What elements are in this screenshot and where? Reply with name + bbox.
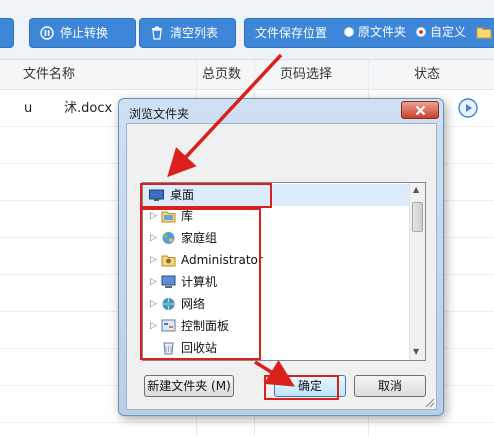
pause-icon [40, 26, 54, 40]
cancel-button[interactable]: 取消 [354, 375, 426, 397]
highlight-box-folder-list [140, 208, 261, 360]
scroll-up-icon[interactable]: ▲ [413, 185, 419, 194]
clear-list-label: 清空列表 [170, 26, 219, 40]
file-prefix: u [24, 101, 33, 116]
column-header-page-select: 页码选择 [280, 67, 333, 82]
radio-custom[interactable] [416, 27, 426, 37]
clear-list-button[interactable]: 清空列表 [139, 18, 236, 48]
resize-grip-icon[interactable] [423, 396, 435, 408]
column-header-filename: 文件名称 [23, 67, 76, 82]
new-folder-button[interactable]: 新建文件夹 (M) [144, 375, 234, 397]
play-icon[interactable] [458, 98, 478, 118]
column-header-status: 状态 [414, 67, 441, 82]
save-location-label: 文件保存位置 [255, 26, 328, 40]
stop-convert-label: 停止转换 [60, 26, 109, 40]
file-name: 沭.docx [64, 101, 113, 116]
close-icon [415, 105, 426, 116]
scroll-thumb[interactable] [412, 202, 423, 232]
highlight-box-desktop [140, 183, 272, 208]
radio-original-folder-label: 原文件夹 [358, 25, 407, 39]
table-header: 文件名称 总页数 页码选择 状态 [0, 60, 494, 90]
stop-convert-button[interactable]: 停止转换 [29, 18, 136, 48]
toolbar: 停止转换 清空列表 文件保存位置 原文件夹 自定义 [0, 0, 494, 60]
highlight-box-ok-button [264, 375, 339, 400]
scroll-down-icon[interactable]: ▼ [413, 347, 419, 356]
tree-scrollbar[interactable]: ▲ ▼ [409, 183, 425, 360]
radio-custom-label: 自定义 [430, 25, 467, 39]
column-header-total-pages: 总页数 [202, 67, 242, 82]
dialog-title: 浏览文件夹 [129, 107, 190, 121]
radio-original-folder[interactable] [344, 27, 354, 37]
dialog-close-button[interactable] [401, 101, 439, 119]
start-convert-button-partial[interactable] [0, 18, 14, 48]
trash-icon [152, 26, 162, 40]
folder-icon[interactable] [476, 25, 492, 39]
